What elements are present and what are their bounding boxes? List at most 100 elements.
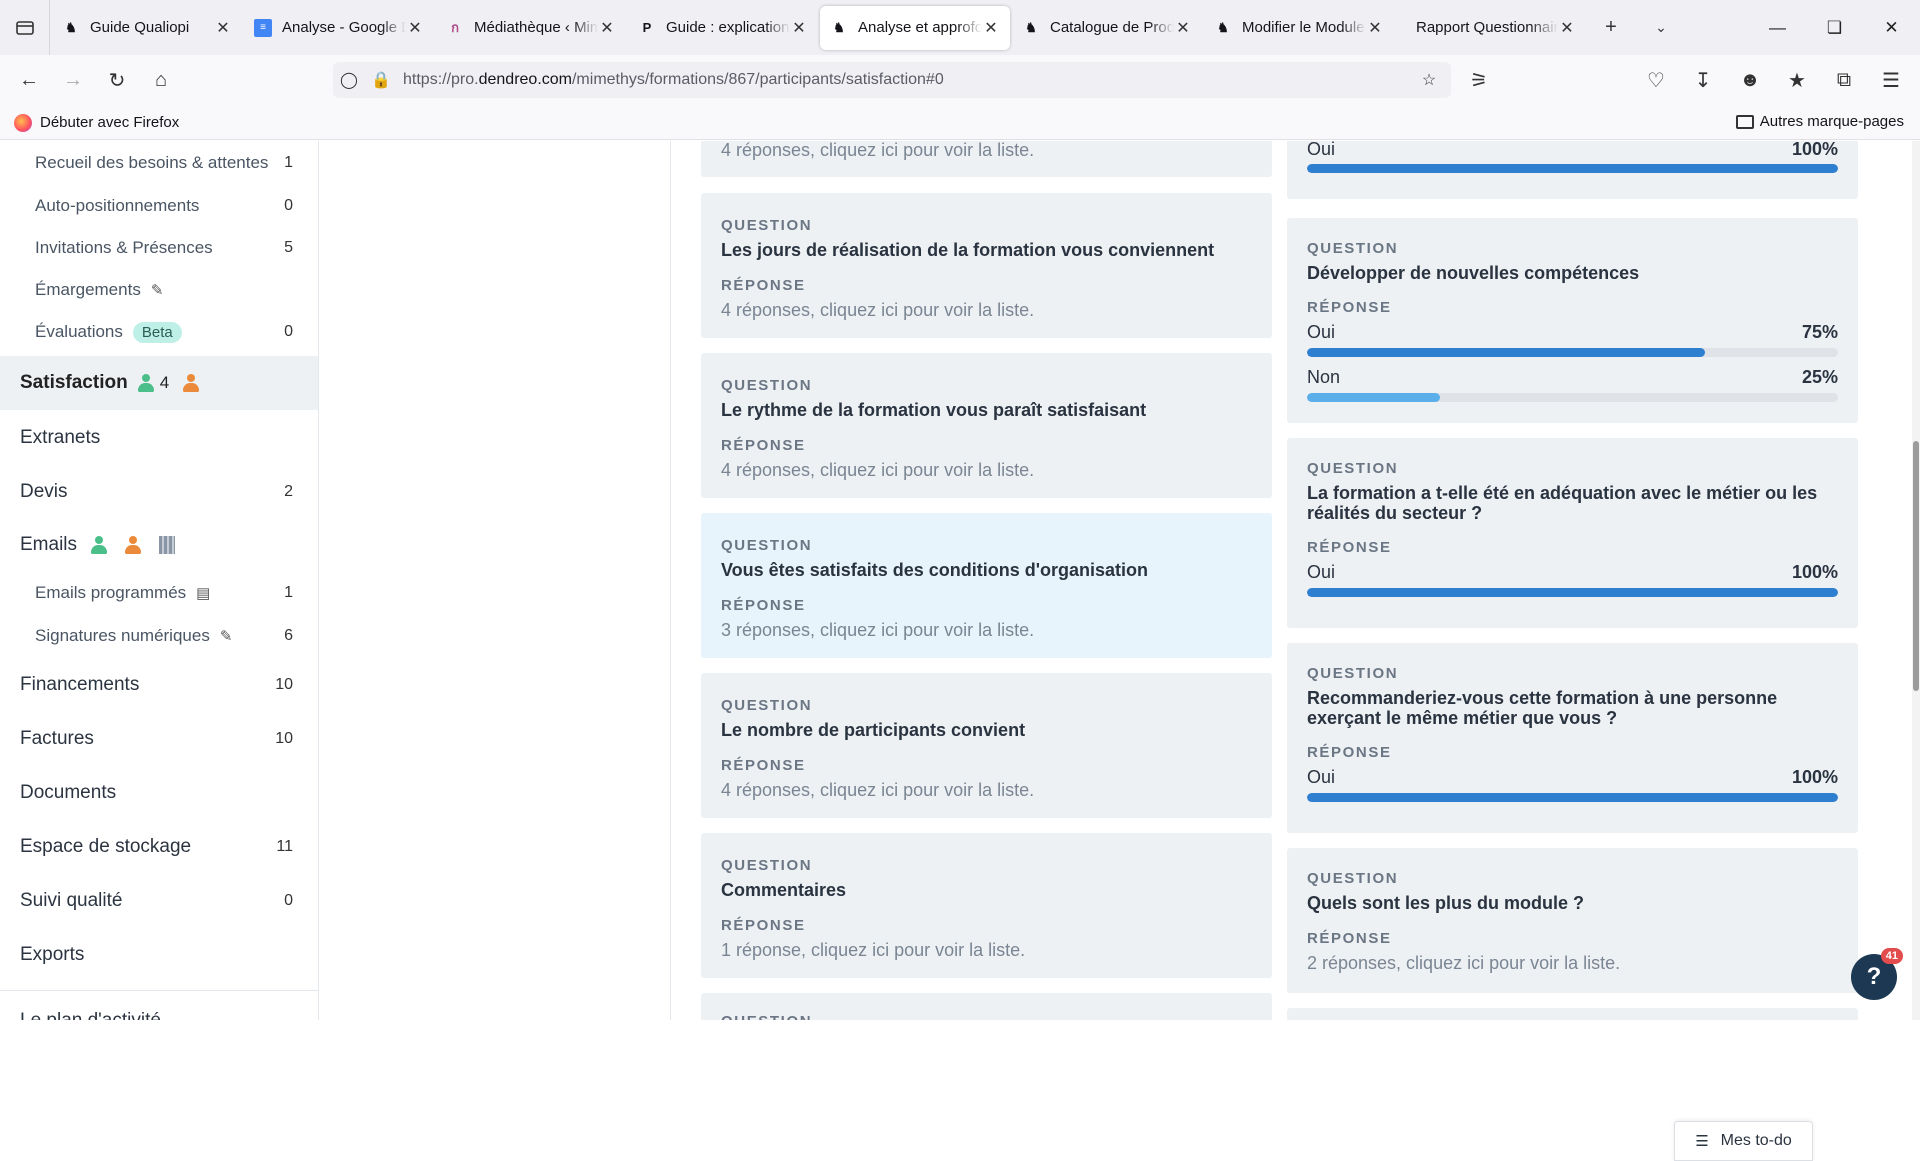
progress-bar: [1307, 588, 1838, 597]
close-icon[interactable]: ✕: [598, 18, 616, 38]
option-percent: 25%: [1801, 367, 1838, 387]
restore-icon[interactable]: ❏: [1806, 0, 1863, 55]
tab-rapport-questionnaire[interactable]: Rapport Questionnaire ✕: [1396, 6, 1586, 50]
other-bookmarks-label: Autres marque-pages: [1759, 113, 1904, 130]
tab-modifier-module[interactable]: ♞ Modifier le Module ✕: [1204, 6, 1394, 50]
checklist-icon: ☰: [1695, 1133, 1709, 1150]
tab-mediatheque[interactable]: ก Médiathèque ‹ Mimethys✕: [436, 6, 626, 50]
question-card: 4 réponses, cliquez ici pour voir la lis…: [701, 141, 1272, 177]
answer-list-link[interactable]: 2 réponses, cliquez ici pour voir la lis…: [1307, 953, 1620, 974]
dendreo-icon: ♞: [1025, 19, 1037, 35]
question-card: QUESTION Recommanderiez-vous cette forma…: [1287, 643, 1858, 833]
sidebar-item-recueil[interactable]: Recueil des besoins & attentes 1: [0, 141, 318, 185]
close-icon[interactable]: ✕: [982, 18, 1000, 38]
answer-list-link[interactable]: 3 réponses, cliquez ici pour voir la lis…: [721, 620, 1034, 641]
close-icon[interactable]: ✕: [1174, 18, 1192, 38]
sidebar-item-label: Recueil des besoins & attentes: [35, 153, 269, 172]
minimize-icon[interactable]: —: [1749, 0, 1806, 55]
folder-icon: [1735, 114, 1754, 129]
sidebar-item-evaluations[interactable]: Évaluations Beta 0: [0, 311, 318, 353]
tab-list-icon[interactable]: [0, 0, 50, 55]
answer-list-link[interactable]: 4 réponses, cliquez ici pour voir la lis…: [721, 460, 1034, 481]
sidebar-item-stockage[interactable]: Espace de stockage 11: [0, 822, 318, 872]
sidebar-item-devis[interactable]: Devis 2: [0, 467, 318, 517]
sidebar-item-invitations[interactable]: Invitations & Présences 5: [0, 227, 318, 269]
question-card: QUESTION Commentaires RÉPONSE 1 réponse,…: [701, 833, 1272, 978]
sidebar-item-suivi-qualite[interactable]: Suivi qualité 0: [0, 876, 318, 926]
answer-list-link[interactable]: 4 réponses, cliquez ici pour voir la lis…: [721, 141, 1034, 161]
sidebar-item-signatures[interactable]: Signatures numériques ✎ 6: [0, 615, 318, 657]
tab-analyse-approfondissement[interactable]: ♞ Analyse et approfondissement✕: [820, 5, 1010, 50]
question-text: Développer de nouvelles compétences: [1307, 263, 1640, 283]
question-card: [1287, 1008, 1858, 1020]
extension-icon[interactable]: ★: [1776, 63, 1818, 99]
close-icon[interactable]: ✕: [214, 18, 232, 38]
scrollbar[interactable]: [1912, 141, 1920, 1020]
close-icon[interactable]: ✕: [790, 18, 808, 38]
sidebar-item-label: Devis: [20, 481, 68, 502]
sidebar-item-count: 0: [284, 197, 293, 214]
sidebar-item-auto-positionnements[interactable]: Auto-positionnements 0: [0, 185, 318, 227]
tab-bar: ♞Guide Qualiopi✕ ≡Analyse - Google Docs✕…: [0, 0, 1920, 55]
sidebar-item-emails-programmes[interactable]: Emails programmés ▤ 1: [0, 572, 318, 614]
url-prefix: https://pro.: [403, 71, 479, 88]
answer-label: RÉPONSE: [721, 917, 806, 934]
pocket-icon[interactable]: ♡: [1635, 63, 1677, 99]
satisfaction-results: 4 réponses, cliquez ici pour voir la lis…: [670, 141, 1920, 1020]
download-icon[interactable]: ↧: [1682, 63, 1724, 99]
menu-icon[interactable]: ☰: [1870, 63, 1912, 99]
help-chat-button[interactable]: ? 41: [1851, 948, 1903, 1000]
forward-icon[interactable]: →: [52, 63, 94, 99]
sidebar-item-label: Documents: [20, 782, 117, 803]
close-icon[interactable]: ✕: [406, 18, 424, 38]
todo-button[interactable]: ☰ Mes to-do: [1674, 1121, 1813, 1161]
todo-label: Mes to-do: [1720, 1132, 1792, 1149]
sidebar-item-count: 0: [284, 323, 293, 340]
other-bookmarks[interactable]: Autres marque-pages: [1735, 113, 1904, 130]
scrollbar-thumb[interactable]: [1913, 441, 1919, 691]
tab-label: Analyse et approfondissement: [858, 19, 982, 36]
account-icon[interactable]: ☻: [1729, 63, 1771, 99]
extensions-puzzle-icon[interactable]: ⚞: [1458, 63, 1500, 99]
answer-label: RÉPONSE: [721, 277, 806, 294]
tab-guide-qualiopi[interactable]: ♞ Guide Qualiopi ✕: [52, 6, 242, 50]
sidebar-item-exports[interactable]: Exports: [0, 930, 318, 980]
sidebar-item-satisfaction[interactable]: Satisfaction 4: [0, 356, 318, 410]
url-bar[interactable]: ◯ 🔒 https://pro. dendreo.com/mimethys/for…: [333, 62, 1451, 98]
tab-catalogue[interactable]: ♞ Catalogue de Produits✕: [1012, 6, 1202, 50]
close-window-icon[interactable]: ✕: [1863, 0, 1920, 55]
tab-guide-explications[interactable]: P Guide : explications ✕: [628, 6, 818, 50]
sidebar-item-count: 4: [159, 373, 170, 392]
lock-icon[interactable]: 🔒: [365, 70, 397, 90]
tab-label: Catalogue de Produits: [1050, 19, 1174, 36]
shield-icon[interactable]: ◯: [333, 70, 365, 90]
home-icon[interactable]: ⌂: [140, 63, 182, 99]
reload-icon[interactable]: ↻: [96, 63, 138, 99]
sidebar-item-emargements[interactable]: Émargements ✎: [0, 269, 318, 311]
sidebar-item-financements[interactable]: Financements 10: [0, 660, 318, 710]
sidebar-item-extranets[interactable]: Extranets: [0, 413, 318, 463]
sidebar-item-label: Factures: [20, 728, 94, 749]
sidebar-item-plan-activite[interactable]: Le plan d'activité: [0, 1001, 318, 1020]
question-card: QUESTION Les jours de réalisation de la …: [701, 193, 1272, 338]
answer-list-link[interactable]: 4 réponses, cliquez ici pour voir la lis…: [721, 780, 1034, 801]
new-tab-icon[interactable]: +: [1586, 6, 1636, 50]
back-icon[interactable]: ←: [8, 63, 50, 99]
sidebar-item-label: Emails: [20, 534, 78, 555]
chevron-down-icon[interactable]: ⌄: [1636, 6, 1686, 50]
tab-analyse-gdocs[interactable]: ≡ Analyse - Google Docs✕: [244, 6, 434, 50]
sidebar-item-factures[interactable]: Factures 10: [0, 714, 318, 764]
addons-icon[interactable]: ⧉: [1823, 63, 1865, 99]
close-icon[interactable]: ✕: [1366, 18, 1384, 38]
answer-label: RÉPONSE: [1307, 539, 1392, 556]
answer-list-link[interactable]: 4 réponses, cliquez ici pour voir la lis…: [721, 300, 1034, 321]
sidebar-item-emails[interactable]: Emails: [0, 520, 318, 570]
answer-list-link[interactable]: 1 réponse, cliquez ici pour voir la list…: [721, 940, 1025, 961]
progress-bar: [1307, 348, 1838, 357]
close-icon[interactable]: ✕: [1558, 18, 1576, 38]
option-label: Non: [1307, 367, 1341, 387]
bookmark-debuter-firefox[interactable]: Débuter avec Firefox: [40, 114, 179, 131]
sidebar-divider: [0, 990, 318, 991]
star-icon[interactable]: ☆: [1413, 70, 1445, 90]
sidebar-item-documents[interactable]: Documents: [0, 768, 318, 818]
